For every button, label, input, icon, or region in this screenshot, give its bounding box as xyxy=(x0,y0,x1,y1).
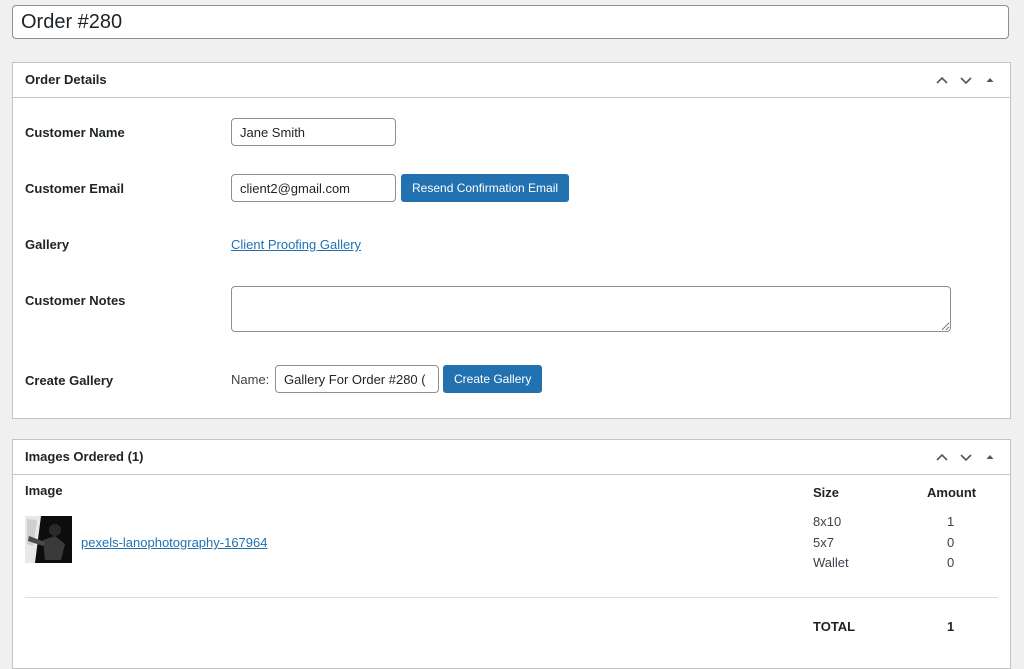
size-cell: 8x10 xyxy=(813,514,842,529)
amount-cell: 0 xyxy=(947,535,955,550)
customer-email-input[interactable] xyxy=(231,174,396,202)
gallery-label: Gallery xyxy=(25,237,70,252)
chevron-down-icon[interactable] xyxy=(954,450,978,464)
total-value: 1 xyxy=(947,619,955,634)
size-cell: 5x7 xyxy=(813,535,834,550)
order-details-handle-actions xyxy=(930,63,1002,97)
chevron-down-icon[interactable] xyxy=(954,73,978,87)
gallery-name-input[interactable] xyxy=(275,365,439,393)
customer-notes-label: Customer Notes xyxy=(25,293,126,308)
resend-confirmation-email-button[interactable]: Resend Confirmation Email xyxy=(401,174,570,202)
chevron-up-icon[interactable] xyxy=(930,450,954,464)
customer-email-label: Customer Email xyxy=(25,181,124,196)
order-details-box: Order Details Customer Name Customer Ema… xyxy=(12,62,1011,419)
customer-name-input[interactable] xyxy=(231,118,396,146)
gallery-link[interactable]: Client Proofing Gallery xyxy=(231,237,361,252)
order-details-title: Order Details xyxy=(25,72,107,87)
amount-cell: 1 xyxy=(947,514,955,529)
total-label: TOTAL xyxy=(813,619,856,634)
size-cell: Wallet xyxy=(813,555,849,570)
column-header-size: Size xyxy=(813,485,840,500)
order-details-header: Order Details xyxy=(13,63,1010,98)
create-gallery-label: Create Gallery xyxy=(25,373,114,388)
chevron-up-icon[interactable] xyxy=(930,73,954,87)
gallery-name-label: Name: xyxy=(231,372,270,387)
customer-name-label: Customer Name xyxy=(25,125,125,140)
customer-notes-textarea[interactable] xyxy=(231,286,951,332)
table-divider xyxy=(25,597,998,598)
triangle-up-icon[interactable] xyxy=(978,452,1002,462)
image-name-link[interactable]: pexels-lanophotography-167964 xyxy=(81,535,267,550)
images-ordered-box: Images Ordered (1) Image Size Amount pex… xyxy=(12,439,1011,669)
triangle-up-icon[interactable] xyxy=(978,75,1002,85)
amount-cell: 0 xyxy=(947,555,955,570)
images-ordered-header: Images Ordered (1) xyxy=(13,440,1010,475)
post-title-input[interactable] xyxy=(12,5,1009,39)
column-header-image: Image xyxy=(25,483,63,498)
create-gallery-button[interactable]: Create Gallery xyxy=(443,365,543,393)
image-thumbnail[interactable] xyxy=(25,516,72,563)
column-header-amount: Amount xyxy=(927,485,977,500)
images-ordered-handle-actions xyxy=(930,440,1002,474)
images-ordered-title: Images Ordered (1) xyxy=(25,449,144,464)
